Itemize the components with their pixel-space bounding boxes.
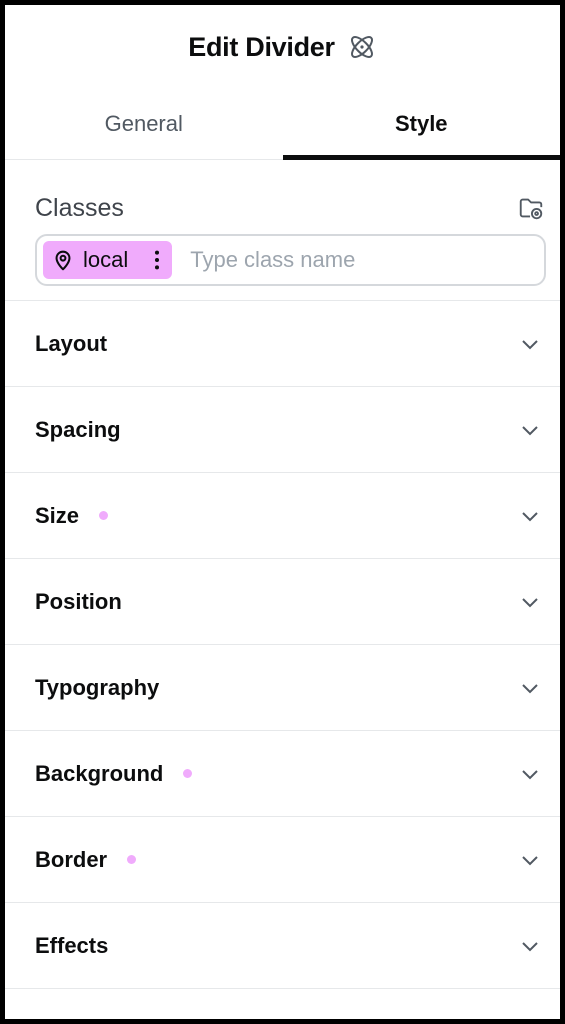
section-typography[interactable]: Typography: [5, 645, 560, 731]
more-vertical-icon[interactable]: [150, 247, 164, 273]
chevron-down-icon: [518, 418, 542, 442]
modified-indicator: [127, 855, 137, 864]
folder-settings-icon[interactable]: [516, 193, 546, 223]
modified-indicator: [183, 769, 193, 778]
chevron-down-icon: [518, 590, 542, 614]
tab-style[interactable]: Style: [282, 89, 561, 160]
tab-style-label: Style: [394, 111, 448, 136]
chevron-down-icon: [518, 676, 542, 700]
atom-icon: [347, 32, 377, 62]
section-label: Border: [35, 846, 108, 872]
classes-label: Classes: [35, 193, 124, 222]
section-border[interactable]: Border: [5, 817, 560, 903]
class-chip-local[interactable]: local: [43, 241, 173, 279]
edit-panel: Edit Divider General Style Classes local…: [5, 5, 560, 1019]
section-effects[interactable]: Effects: [5, 903, 560, 989]
section-size[interactable]: Size: [5, 473, 560, 559]
tab-general[interactable]: General: [5, 89, 283, 159]
section-background[interactable]: Background: [5, 731, 560, 817]
section-position[interactable]: Position: [5, 559, 560, 645]
section-layout[interactable]: Layout: [5, 301, 560, 387]
tab-general-label: General: [104, 111, 183, 136]
tab-bar: General Style: [5, 89, 560, 160]
section-label: Effects: [35, 932, 109, 958]
class-chip-label: local: [83, 247, 129, 272]
chevron-down-icon: [518, 934, 542, 958]
panel-title: Edit Divider: [188, 31, 335, 62]
modified-indicator: [99, 511, 109, 520]
panel-header: Edit Divider: [5, 5, 560, 89]
chevron-down-icon: [518, 504, 542, 528]
section-label: Layout: [35, 330, 108, 356]
section-label: Background: [35, 760, 164, 786]
section-label: Size: [35, 502, 80, 528]
class-selector: local: [35, 234, 546, 286]
section-label: Typography: [35, 674, 160, 700]
map-pin-icon: [51, 248, 75, 272]
section-spacing[interactable]: Spacing: [5, 387, 560, 473]
chevron-down-icon: [518, 848, 542, 872]
chevron-down-icon: [518, 762, 542, 786]
classes-section: Classes local: [5, 160, 560, 301]
section-label: Position: [35, 588, 122, 614]
class-name-input[interactable]: [188, 246, 538, 274]
chevron-down-icon: [518, 332, 542, 356]
section-label: Spacing: [35, 416, 121, 442]
